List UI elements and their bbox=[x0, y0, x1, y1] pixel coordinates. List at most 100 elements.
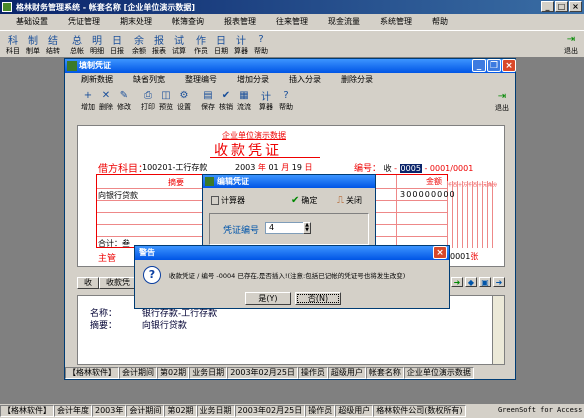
minimize-button[interactable]: _ bbox=[541, 1, 554, 12]
app-menu-item-6[interactable]: 现金流量 bbox=[318, 16, 370, 28]
toolbar-button-8[interactable]: ▦ 流流 bbox=[235, 89, 253, 112]
app-menu-item-1[interactable]: 凭证管理 bbox=[58, 16, 110, 28]
warning-titlebar: 警告 × bbox=[135, 246, 449, 260]
toolbar-icon-1: ✕ bbox=[101, 90, 111, 101]
toolbar-button-0[interactable]: 科科目 bbox=[4, 33, 22, 56]
toolbar-button-12[interactable]: ? 帮助 bbox=[252, 33, 270, 56]
exit-button[interactable]: ⇥ 退出 bbox=[562, 33, 580, 56]
toolbar-button-1[interactable]: 制制单 bbox=[24, 33, 42, 56]
voucher-menu-item-5[interactable]: 删除分录 bbox=[331, 74, 383, 86]
warning-close-button[interactable]: × bbox=[433, 246, 447, 259]
status-cell: 【格林软件】 bbox=[65, 367, 119, 379]
toolbar-icon-1: 制 bbox=[28, 36, 38, 47]
toolbar-icon-6: 余 bbox=[134, 36, 144, 47]
status-cell: 格林软件公司(数权所有) bbox=[373, 405, 466, 417]
debit-subject-label: 借方科目： bbox=[98, 164, 148, 175]
nav-next-icon[interactable]: ➜ bbox=[451, 277, 463, 287]
maximize-button[interactable]: □ bbox=[555, 1, 568, 12]
app-menu-item-8[interactable]: 帮助 bbox=[422, 16, 458, 28]
number-spinner[interactable]: ▲ ▼ bbox=[303, 222, 311, 234]
app-menu-item-5[interactable]: 往来管理 bbox=[266, 16, 318, 28]
yes-button[interactable]: 是(Y) bbox=[245, 292, 291, 305]
status-cell: 操作员 bbox=[305, 405, 336, 417]
toolbar-button-11[interactable]: 计算器 bbox=[232, 33, 250, 56]
status-cell: 第02期 bbox=[164, 405, 197, 417]
ok-button[interactable]: ✔ 确定 bbox=[291, 195, 317, 206]
info-scrollbar[interactable] bbox=[492, 296, 504, 364]
status-cell: 2003年02月25日 bbox=[227, 367, 298, 379]
toolbar-button-0[interactable]: + 增加 bbox=[79, 89, 97, 112]
nav-print-icon[interactable]: ▣ bbox=[479, 277, 491, 287]
close-button[interactable]: × bbox=[569, 1, 582, 12]
app-menu-item-0[interactable]: 基础设置 bbox=[6, 16, 58, 28]
toolbar-button-4[interactable]: ◫ 预览 bbox=[157, 89, 175, 112]
voucher-number-label: 凭证编号 bbox=[223, 226, 260, 236]
no-button[interactable]: 否(N) bbox=[295, 292, 341, 305]
toolbar-icon-8: ▦ bbox=[239, 90, 249, 101]
toolbar-icon-8: 试 bbox=[174, 36, 184, 47]
digit-column-line bbox=[467, 181, 468, 248]
toolbar-button-8[interactable]: 试试算 bbox=[170, 33, 188, 56]
tab-receive[interactable]: 收 bbox=[77, 277, 99, 289]
toolbar-icon-10: ? bbox=[283, 90, 289, 101]
calc-button[interactable]: 计算器 bbox=[211, 195, 245, 206]
toolbar-icon-9: 作 bbox=[196, 36, 206, 47]
toolbar-button-3[interactable]: 总总帐 bbox=[68, 33, 86, 56]
status-cell: 2003年02月25日 bbox=[234, 405, 306, 417]
toolbar-button-2[interactable]: 结结转 bbox=[44, 33, 62, 56]
voucher-number-current[interactable]: 0005 bbox=[399, 164, 422, 173]
toolbar-button-7[interactable]: ✔ 核销 bbox=[217, 89, 235, 112]
toolbar-button-9[interactable]: 作作员 bbox=[192, 33, 210, 56]
toolbar-button-1[interactable]: ✕ 删除 bbox=[97, 89, 115, 112]
voucher-menu-item-3[interactable]: 增加分录 bbox=[227, 74, 279, 86]
toolbar-button-6[interactable]: 余余额 bbox=[130, 33, 148, 56]
toolbar-button-2[interactable]: ✎ 修改 bbox=[115, 89, 133, 112]
voucher-exit-button[interactable]: ⇥ 退出 bbox=[493, 90, 511, 113]
toolbar-button-5[interactable]: ⚙ 设置 bbox=[175, 89, 193, 112]
status-cell: 超级用户 bbox=[335, 405, 374, 417]
toolbar-button-10[interactable]: 日日期 bbox=[212, 33, 230, 56]
app-menu-item-2[interactable]: 期末处理 bbox=[110, 16, 162, 28]
tab-receive-voucher[interactable]: 收款凭 bbox=[99, 277, 137, 289]
toolbar-button-4[interactable]: 明明细 bbox=[88, 33, 106, 56]
app-menu-item-7[interactable]: 系统管理 bbox=[370, 16, 422, 28]
digit-header: 分 bbox=[493, 182, 497, 187]
voucher-maximize-button[interactable]: ❐ bbox=[487, 59, 501, 72]
toolbar-icon-7: ✔ bbox=[221, 90, 231, 101]
toolbar-button-5[interactable]: 日日报 bbox=[108, 33, 126, 56]
toolbar-icon-3: 总 bbox=[72, 36, 82, 47]
toolbar-icon-9: 计 bbox=[261, 92, 271, 103]
voucher-close-button[interactable]: × bbox=[502, 59, 516, 72]
toolbar-button-6[interactable]: ▤ 保存 bbox=[199, 89, 217, 112]
voucher-menu-item-1[interactable]: 缺省列宽 bbox=[123, 74, 175, 86]
voucher-titlebar: 填制凭证 _ ❐ × bbox=[65, 59, 516, 73]
edit-dialog: 编辑凭证 计算器 ✔ 确定 ⎍ 关闭 凭证编号 4 ▲ ▼ bbox=[202, 174, 376, 248]
voucher-window-icon bbox=[67, 61, 77, 71]
toolbar-button-7[interactable]: 报报表 bbox=[150, 33, 168, 56]
toolbar-button-3[interactable]: ⎙ 打印 bbox=[139, 89, 157, 112]
app-menu-item-3[interactable]: 帐簿查询 bbox=[162, 16, 214, 28]
debit-subject: 100201-工行存款 bbox=[142, 163, 208, 172]
nav-last-icon[interactable]: ➜ bbox=[493, 277, 505, 287]
voucher-menu-item-4[interactable]: 插入分录 bbox=[279, 74, 331, 86]
nav-find-icon[interactable]: ◆ bbox=[465, 277, 477, 287]
toolbar-icon-10: 日 bbox=[216, 36, 226, 47]
status-cell: 业务日期 bbox=[196, 405, 235, 417]
toolbar-icon-0: 科 bbox=[8, 36, 18, 47]
app-menu-item-4[interactable]: 报表管理 bbox=[214, 16, 266, 28]
total-label: 合计：叁 bbox=[98, 239, 130, 248]
nav-icons: ➜ ◆ ▣ ➜ bbox=[451, 277, 505, 289]
toolbar-button-10[interactable]: ? 帮助 bbox=[277, 89, 295, 112]
voucher-menu-item-0[interactable]: 刷新数据 bbox=[71, 74, 123, 86]
status-cell: 2003年 bbox=[92, 405, 127, 417]
warning-dialog: 警告 × ? 收款凭证 / 编号 -0004 已存在,是否插入!(注意:包括已记… bbox=[134, 245, 450, 309]
toolbar-button-9[interactable]: 计算器 bbox=[257, 89, 275, 112]
toolbar-icon-2: 结 bbox=[48, 36, 58, 47]
dialog-close-button[interactable]: ⎍ 关闭 bbox=[337, 195, 362, 206]
toolbar-icon-0: + bbox=[83, 90, 93, 101]
digit-column-line bbox=[472, 181, 473, 248]
voucher-minimize-button[interactable]: _ bbox=[472, 59, 486, 72]
toolbar-icon-3: ⎙ bbox=[144, 90, 152, 101]
toolbar-icon-4: 明 bbox=[92, 36, 102, 47]
voucher-menu-item-2[interactable]: 整理编号 bbox=[175, 74, 227, 86]
